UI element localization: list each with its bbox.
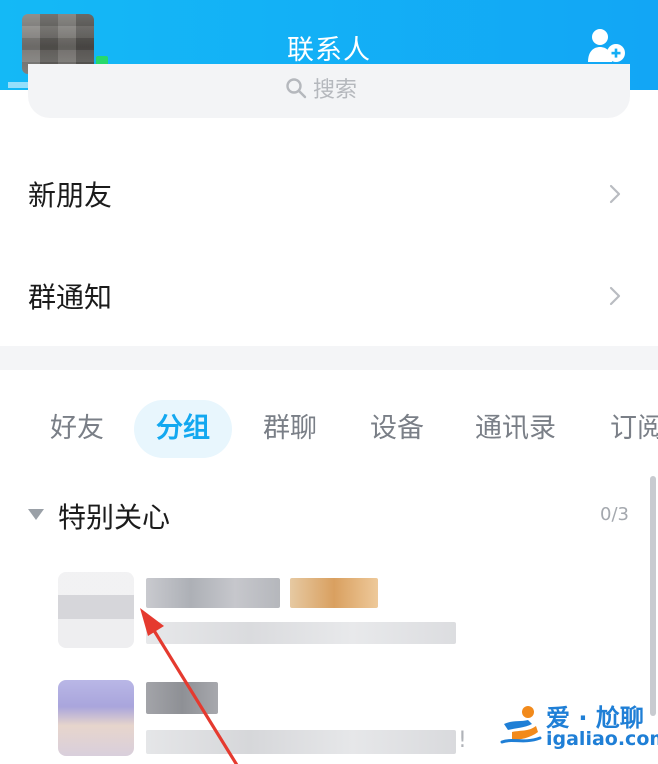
group-name: 特别关心 xyxy=(58,501,171,534)
contact-tabs: 好友 分组 群聊 设备 通讯录 订阅 xyxy=(0,380,658,464)
watermark: 爱 · 尬聊 igaliao.com xyxy=(498,698,658,754)
search-icon xyxy=(286,78,307,99)
search-placeholder[interactable]: 搜索 xyxy=(285,74,358,103)
tab-groups[interactable]: 分组 xyxy=(134,400,232,458)
group-notifications-label: 群通知 xyxy=(28,281,113,314)
page-title: 联系人 xyxy=(287,35,371,66)
add-contact-icon[interactable] xyxy=(586,26,628,66)
new-friends-label: 新朋友 xyxy=(28,179,113,212)
chevron-right-icon xyxy=(609,184,621,204)
contact-badge-blurred xyxy=(290,578,378,608)
tab-address-book[interactable]: 通讯录 xyxy=(475,400,556,458)
contact-name-blurred xyxy=(146,578,280,608)
new-friends-row[interactable]: 新朋友 xyxy=(0,144,658,244)
contact-name-blurred xyxy=(146,682,218,714)
section-divider xyxy=(0,346,658,370)
watermark-domain: igaliao.com xyxy=(546,728,658,750)
group-count: 0/3 xyxy=(600,504,629,525)
group-notifications-row[interactable]: 群通知 xyxy=(0,246,658,346)
caret-down-icon xyxy=(28,509,44,520)
tab-devices[interactable]: 设备 xyxy=(370,400,424,458)
contact-status-blurred xyxy=(146,730,456,754)
contact-avatar xyxy=(58,572,134,648)
tab-group-chats[interactable]: 群聊 xyxy=(263,400,317,458)
group-special-care[interactable]: 特别关心 0/3 xyxy=(0,490,658,540)
contact-item[interactable] xyxy=(0,560,658,670)
tab-friends[interactable]: 好友 xyxy=(50,400,104,458)
chevron-right-icon xyxy=(609,286,621,306)
contact-avatar xyxy=(58,680,134,756)
contact-status-blurred xyxy=(146,622,456,644)
tab-subscriptions[interactable]: 订阅 xyxy=(610,400,658,458)
contact-status-end: ! xyxy=(458,728,467,753)
watermark-logo-icon xyxy=(500,706,542,744)
scrollbar[interactable] xyxy=(650,476,656,716)
search-placeholder-text: 搜索 xyxy=(313,78,358,103)
